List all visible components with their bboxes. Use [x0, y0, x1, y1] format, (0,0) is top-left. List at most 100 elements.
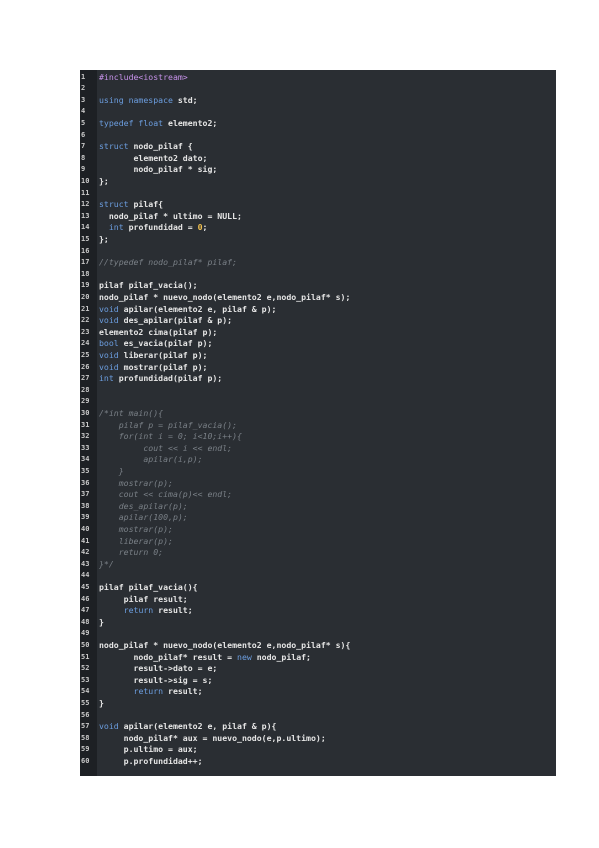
- line-number: 26: [81, 362, 90, 371]
- code-token: };: [99, 175, 109, 186]
- code-line: 27 int profundidad(pilaf p);: [80, 373, 556, 385]
- line-code: cout << i << endl;: [99, 443, 232, 455]
- code-token: mostrar(p);: [99, 523, 173, 534]
- line-number: 4: [81, 107, 86, 116]
- code-line: 22 void des_apilar(pilaf & p);: [80, 315, 556, 327]
- code-token: //typedef nodo_pilaf* pilaf;: [99, 257, 238, 268]
- line-number: 50: [81, 640, 90, 649]
- line-code: nodo_pilaf * nuevo_nodo(elemento2 e,nodo…: [99, 640, 350, 652]
- code-line: 21 void apilar(elemento2 e, pilaf & p);: [80, 304, 556, 316]
- code-token: void: [99, 361, 119, 372]
- line-code: return result;: [99, 686, 203, 698]
- code-line: 18: [80, 269, 556, 281]
- line-number: 16: [81, 246, 90, 255]
- line-number: 25: [81, 350, 90, 359]
- line-code: apilar(i,p);: [99, 454, 203, 466]
- line-number: 33: [81, 443, 90, 452]
- line-number: 12: [81, 200, 90, 209]
- code-line: 56: [80, 710, 556, 722]
- code-line: 53 result->sig = s;: [80, 675, 556, 687]
- code-line: 36 mostrar(p);: [80, 478, 556, 490]
- line-number: 41: [81, 536, 90, 545]
- code-token: return: [123, 605, 154, 616]
- line-number: 1: [81, 72, 86, 81]
- line-number: 44: [81, 571, 90, 580]
- code-line: 12 struct pilaf{: [80, 199, 556, 211]
- code-line: 54 return result;: [80, 686, 556, 698]
- line-number: 23: [81, 327, 90, 336]
- code-line: 57 void apilar(elemento2 e, pilaf & p){: [80, 721, 556, 733]
- line-number: 3: [81, 95, 86, 104]
- code-token: return: [133, 686, 164, 697]
- code-line: 1 #include<iostream>: [80, 72, 556, 84]
- line-code: nodo_pilaf* result = new nodo_pilaf;: [99, 652, 311, 664]
- line-code: int profundidad(pilaf p);: [99, 373, 222, 385]
- code-line: 37 cout << cima(p)<< endl;: [80, 489, 556, 501]
- code-line: 45 pilaf pilaf_vacia(){: [80, 582, 556, 594]
- code-token: nodo_pilaf * ultimo = NULL;: [99, 210, 242, 221]
- code-editor: 1 #include<iostream> 2 3 using namespace std…: [80, 70, 556, 776]
- line-number: 38: [81, 501, 90, 510]
- line-code: result->dato = e;: [99, 663, 218, 675]
- code-line: 3 using namespace std;: [80, 95, 556, 107]
- code-token: apilar(elemento2 e, pilaf & p){: [118, 721, 277, 732]
- line-code: struct pilaf{: [99, 199, 163, 211]
- code-token: void: [99, 721, 119, 732]
- code-line: 59 p.ultimo = aux;: [80, 744, 556, 756]
- line-number: 36: [81, 478, 90, 487]
- code-line: 5 typedef float elemento2;: [80, 118, 556, 130]
- code-token: es_vacia(pilaf p);: [118, 338, 213, 349]
- line-code: cout << cima(p)<< endl;: [99, 489, 232, 501]
- line-code: void apilar(elemento2 e, pilaf & p);: [99, 304, 276, 316]
- line-code: pilaf pilaf_vacia(){: [99, 582, 198, 594]
- code-line: 48}: [80, 617, 556, 629]
- line-number: 6: [81, 130, 86, 139]
- code-token: pilaf p = pilaf_vacia();: [99, 419, 238, 430]
- line-number: 42: [81, 548, 90, 557]
- code-token: nodo_pilaf * nuevo_nodo(elemento2 e,nodo…: [99, 291, 351, 302]
- code-line: 42 return 0;: [80, 547, 556, 559]
- line-code: pilaf pilaf_vacia();: [99, 280, 198, 292]
- line-number: 7: [81, 142, 86, 151]
- code-token: std;: [172, 94, 198, 105]
- line-code: }: [99, 698, 104, 710]
- code-line: 34 apilar(i,p);: [80, 454, 556, 466]
- line-number: 49: [81, 629, 90, 638]
- line-number: 17: [81, 258, 90, 267]
- code-line: 10};: [80, 176, 556, 188]
- code-token: struct: [99, 141, 129, 152]
- line-code: elemento2 dato;: [99, 153, 208, 165]
- code-line: 49: [80, 628, 556, 640]
- code-token: result->dato = e;: [99, 663, 218, 674]
- line-number: 55: [81, 698, 90, 707]
- line-code: nodo_pilaf * nuevo_nodo(elemento2 e,nodo…: [99, 292, 350, 304]
- code-token: apilar(i,p);: [99, 454, 203, 465]
- line-code: elemento2 cima(pilaf p);: [99, 327, 217, 339]
- code-line: 51 nodo_pilaf* result = new nodo_pilaf;: [80, 652, 556, 664]
- code-line: 17 //typedef nodo_pilaf* pilaf;: [80, 257, 556, 269]
- line-code: for(int i = 0; i<10;i++){: [99, 431, 242, 443]
- line-number: 14: [81, 223, 90, 232]
- line-code: };: [99, 234, 109, 246]
- code-line: 40 mostrar(p);: [80, 524, 556, 536]
- code-line: 19 pilaf pilaf_vacia();: [80, 280, 556, 292]
- line-code: bool es_vacia(pilaf p);: [99, 338, 212, 350]
- line-number: 11: [81, 188, 90, 197]
- line-number: 39: [81, 513, 90, 522]
- code-token: des_apilar(pilaf & p);: [118, 315, 233, 326]
- code-token: struct: [99, 199, 129, 210]
- line-number: 10: [81, 176, 90, 185]
- line-number: 57: [81, 722, 90, 731]
- line-code: return 0;: [99, 547, 163, 559]
- code-token: }: [99, 616, 104, 627]
- code-token: /*int main(){: [99, 407, 164, 418]
- line-code: des_apilar(p);: [99, 501, 188, 513]
- line-code: };: [99, 176, 109, 188]
- line-number: 32: [81, 432, 90, 441]
- code-line: 50 nodo_pilaf * nuevo_nodo(elemento2 e,no…: [80, 640, 556, 652]
- line-number: 21: [81, 304, 90, 313]
- line-number: 20: [81, 292, 90, 301]
- line-code: }: [99, 466, 124, 478]
